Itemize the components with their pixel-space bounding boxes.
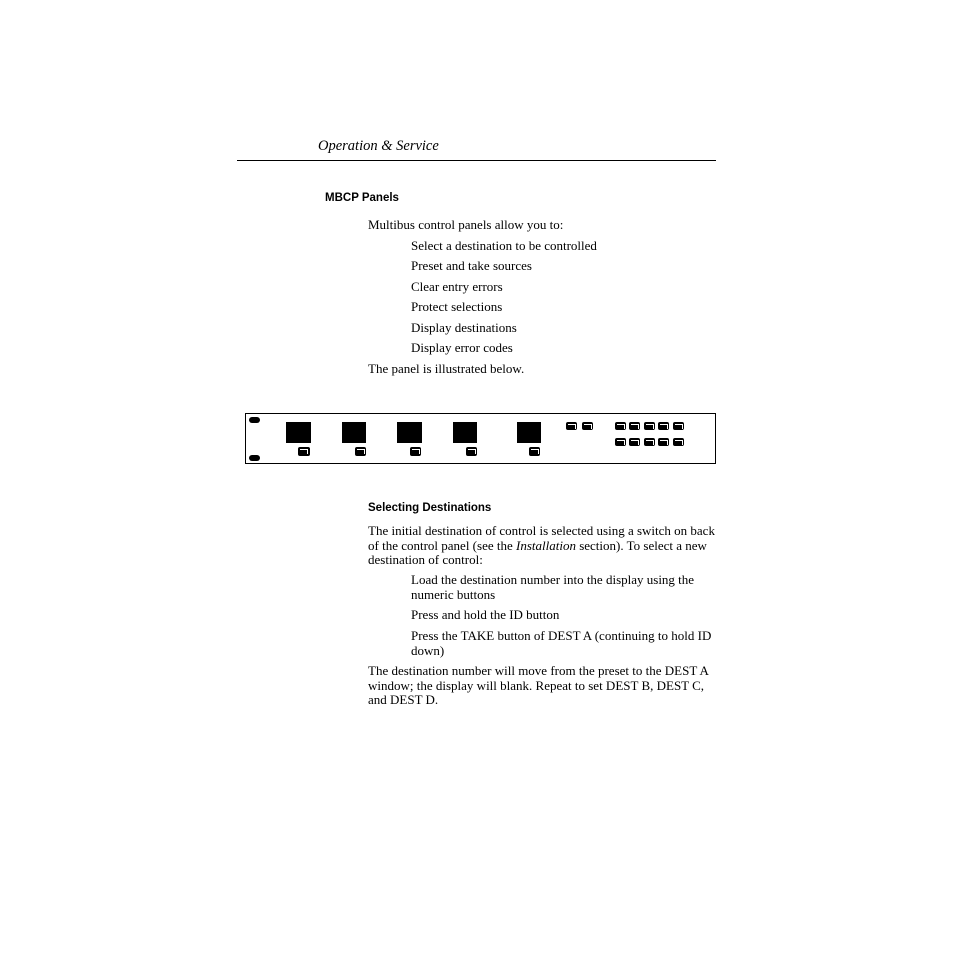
panel-illustration — [245, 413, 716, 464]
take-button — [298, 447, 310, 456]
emphasis: Installation — [516, 537, 576, 553]
section-heading-mbcp: MBCP Panels — [325, 192, 399, 204]
take-button — [466, 447, 477, 456]
display-window — [517, 422, 541, 443]
numeric-button — [673, 438, 684, 446]
display-window — [342, 422, 366, 443]
numeric-button — [658, 422, 669, 430]
bullet-item: Protect selections — [411, 299, 503, 314]
step-item: Press and hold the ID button — [411, 607, 560, 622]
header-rule — [237, 160, 716, 161]
step-item: Load the destination number into the dis… — [411, 572, 695, 602]
numeric-button — [658, 438, 669, 446]
step-item: Press the TAKE button of DEST A (continu… — [411, 628, 712, 658]
take-button — [355, 447, 366, 456]
result-paragraph: The destination number will move from th… — [368, 663, 709, 707]
display-window — [453, 422, 477, 443]
panel-button — [529, 447, 540, 456]
bullet-item: Display error codes — [411, 340, 513, 355]
running-header: Operation & Service — [318, 138, 439, 154]
panel-button — [566, 422, 577, 430]
numeric-button — [673, 422, 684, 430]
bullet-item: Clear entry errors — [411, 279, 503, 294]
bullet-item: Preset and take sources — [411, 258, 532, 273]
mount-hole — [249, 455, 260, 461]
bullet-item: Display destinations — [411, 320, 517, 335]
selecting-paragraph: The initial destination of control is se… — [368, 523, 718, 568]
numeric-button — [615, 438, 626, 446]
display-window — [286, 422, 311, 443]
bullet-item: Select a destination to be controlled — [411, 238, 597, 253]
numeric-button — [644, 438, 655, 446]
mount-hole — [249, 417, 260, 423]
intro-text: Multibus control panels allow you to: — [368, 217, 564, 232]
numeric-button — [644, 422, 655, 430]
numeric-button — [615, 422, 626, 430]
panel-button — [582, 422, 593, 430]
section-heading-selecting: Selecting Destinations — [368, 502, 492, 514]
outro-text: The panel is illustrated below. — [368, 361, 525, 376]
numeric-button — [629, 438, 640, 446]
take-button — [410, 447, 421, 456]
numeric-button — [629, 422, 640, 430]
display-window — [397, 422, 422, 443]
